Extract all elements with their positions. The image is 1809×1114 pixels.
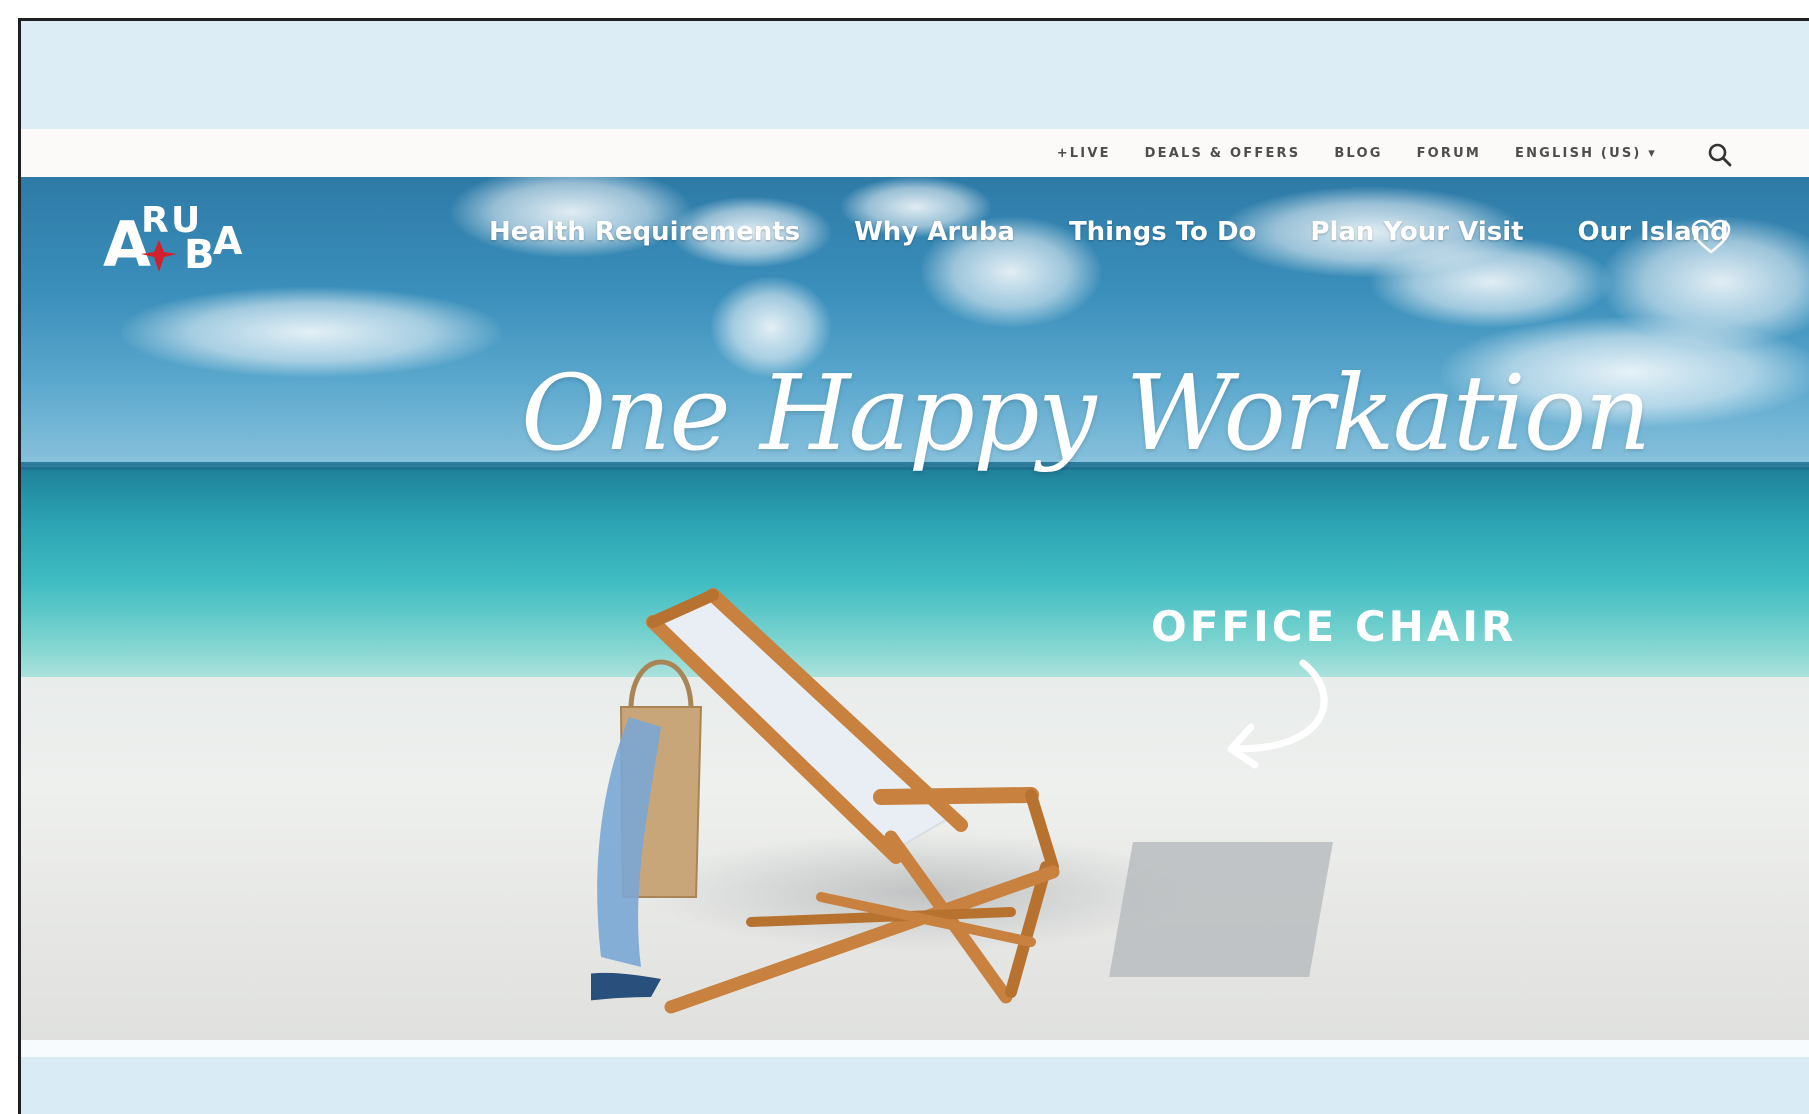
util-link-deals[interactable]: DEALS & OFFERS [1145, 146, 1301, 161]
hero-banner: A R U B A Health Requirements Why Aruba … [21, 177, 1809, 1040]
hero-headline: One Happy Workation [521, 352, 1651, 474]
nav-things-to-do[interactable]: Things To Do [1069, 217, 1256, 247]
nav-why-aruba[interactable]: Why Aruba [854, 217, 1015, 247]
frame-top-edge [0, 0, 1809, 18]
frame-left-edge [0, 0, 18, 1114]
top-band [21, 21, 1809, 129]
curved-arrow-icon [1227, 659, 1328, 769]
svg-text:A: A [213, 219, 243, 263]
util-link-blog[interactable]: BLOG [1334, 146, 1382, 161]
aruba-logo[interactable]: A R U B A [101, 192, 261, 287]
heart-icon[interactable] [1691, 219, 1731, 255]
main-nav: Health Requirements Why Aruba Things To … [489, 217, 1729, 247]
utility-bar: +LIVE DEALS & OFFERS BLOG FORUM ENGLISH … [21, 129, 1809, 177]
util-link-live[interactable]: +LIVE [1057, 146, 1111, 161]
language-selector[interactable]: ENGLISH (US) ▾ [1515, 146, 1657, 161]
svg-text:B: B [184, 232, 215, 278]
utility-links: +LIVE DEALS & OFFERS BLOG FORUM ENGLISH … [1057, 129, 1657, 177]
beach-chair-illustration [591, 588, 1060, 1014]
bottom-band [21, 1057, 1809, 1114]
bottom-strip [21, 1040, 1809, 1057]
nav-plan-your-visit[interactable]: Plan Your Visit [1310, 217, 1523, 247]
search-icon[interactable] [1706, 141, 1734, 169]
nav-health-requirements[interactable]: Health Requirements [489, 217, 800, 247]
util-link-forum[interactable]: FORUM [1417, 146, 1481, 161]
svg-text:R: R [141, 200, 169, 241]
